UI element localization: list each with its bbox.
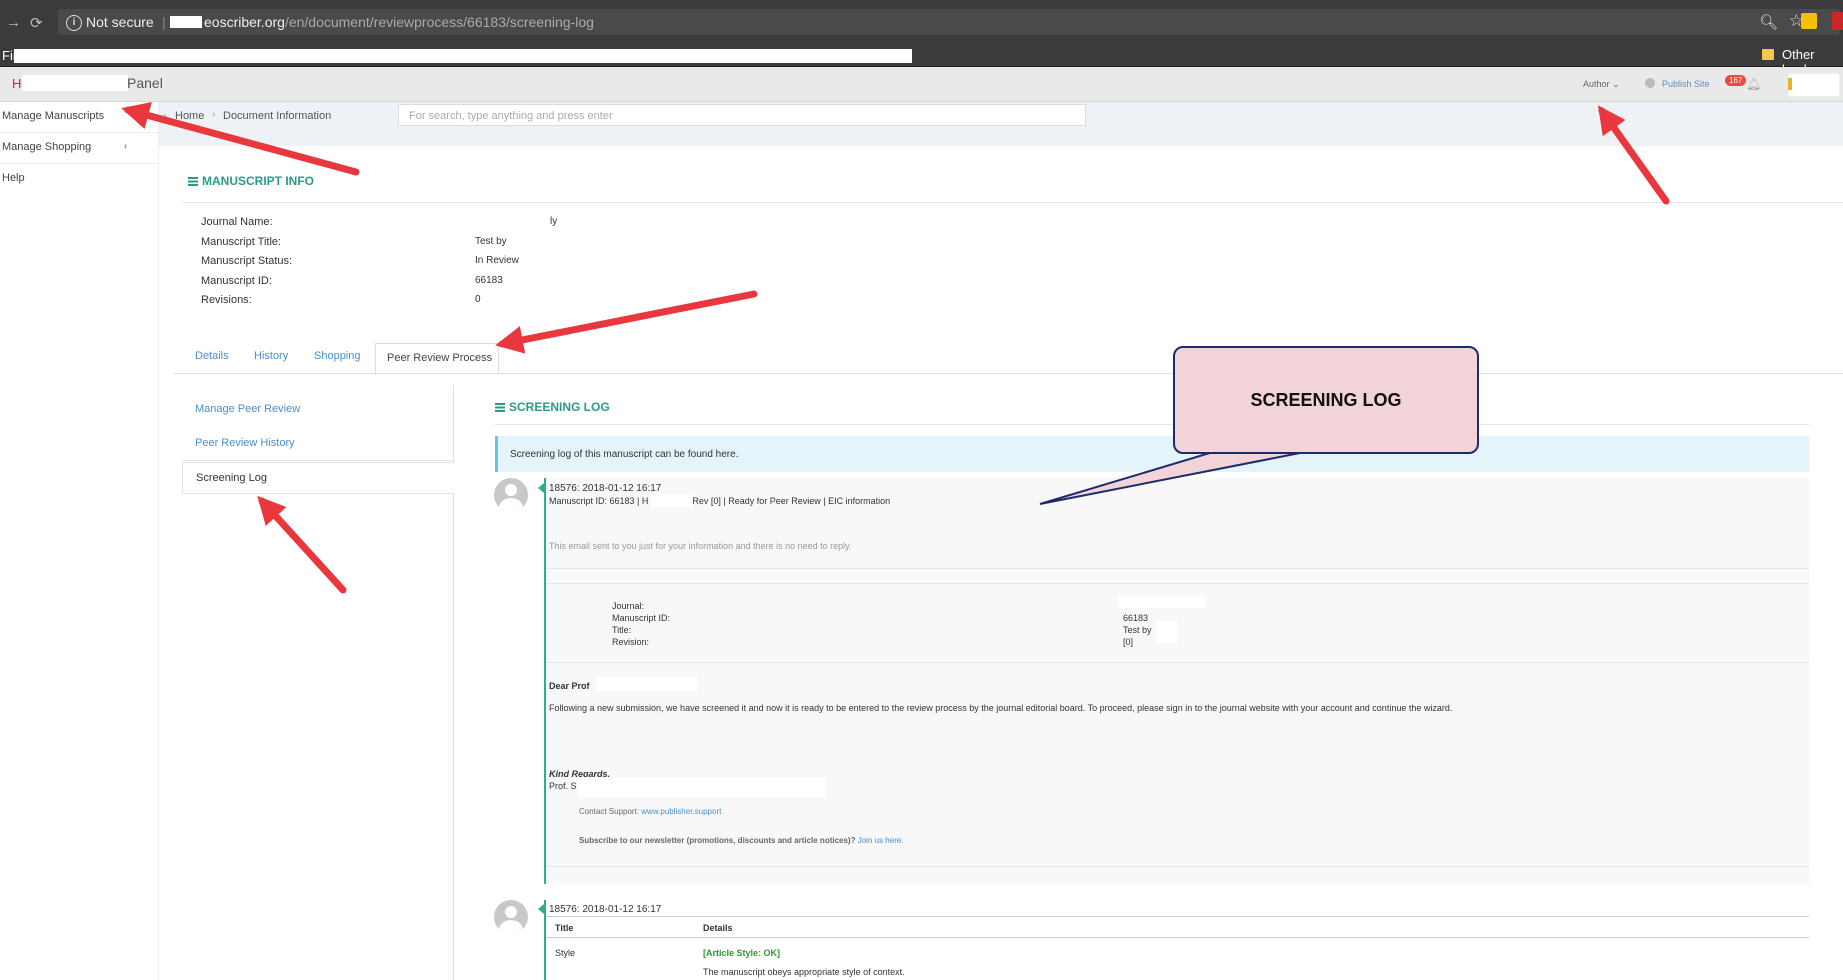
arrow-to-peer-review-tab: [495, 290, 758, 354]
arrow-to-screening-log: [257, 495, 347, 594]
arrow-to-manage-manuscripts: [121, 102, 360, 176]
annotation-arrows: [121, 102, 1670, 594]
arrow-to-author-menu: [1597, 105, 1670, 205]
